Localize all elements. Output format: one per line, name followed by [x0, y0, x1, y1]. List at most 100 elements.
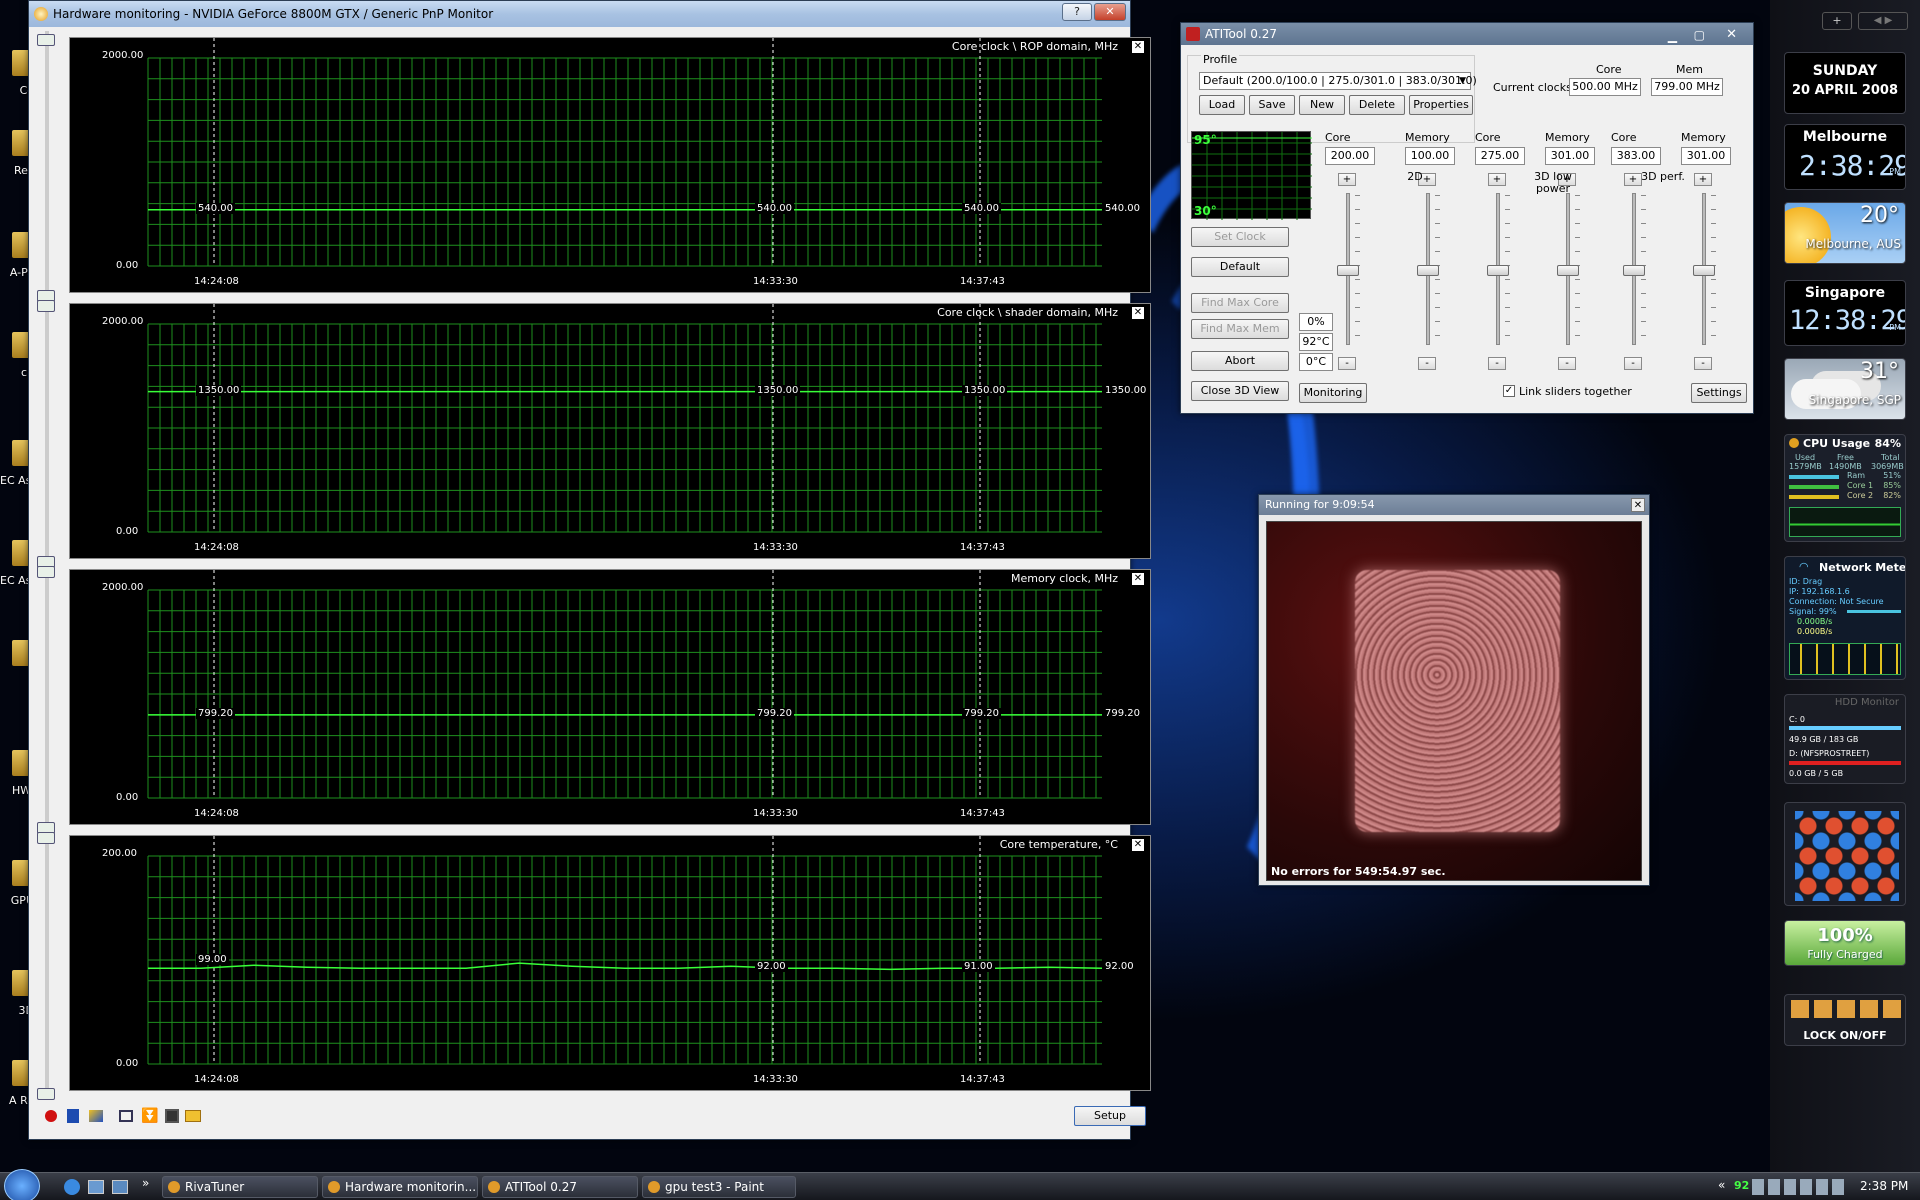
help-button[interactable]: ? — [1062, 3, 1092, 21]
cpu-pct: 84% — [1874, 437, 1901, 450]
atitool-titlebar[interactable]: ATITool 0.27 ▁ ▢ ✕ — [1181, 23, 1753, 45]
settings-button[interactable]: Settings — [1691, 383, 1747, 403]
graph-time-label: 14:37:43 — [960, 542, 1005, 553]
taskbar-item[interactable]: gpu test3 - Paint — [642, 1176, 796, 1198]
taskbar-item-label: RivaTuner — [185, 1180, 245, 1194]
decrease-button[interactable]: - — [1624, 357, 1642, 370]
decrease-button[interactable]: - — [1558, 357, 1576, 370]
graph-close-icon[interactable]: ✕ — [1132, 573, 1144, 585]
clock-slider-thumb[interactable] — [1417, 265, 1439, 276]
graph-time-label: 14:24:08 — [194, 1074, 239, 1085]
graph-resize-handle[interactable] — [37, 1088, 55, 1100]
decrease-button[interactable]: - — [1418, 357, 1436, 370]
graph-resize-handle[interactable] — [37, 34, 55, 46]
tray-chevron-icon[interactable]: « — [1718, 1178, 1725, 1192]
graph-panel[interactable]: Memory clock, MHz ✕ 2000.00 0.00 799.20 14:24… — [69, 569, 1151, 825]
graph-marker-value: 92.00 — [755, 961, 788, 973]
clock-column-label: Core — [1475, 131, 1501, 144]
monitoring-button[interactable]: Monitoring — [1299, 383, 1367, 403]
marker-icon[interactable] — [89, 1110, 103, 1122]
link-sliders-checkbox[interactable]: ✓ — [1503, 385, 1515, 397]
clock-slider-thumb[interactable] — [1337, 265, 1359, 276]
graph-marker-value: 540.00 — [962, 202, 1001, 214]
taskbar-item[interactable]: RivaTuner — [162, 1176, 318, 1198]
clock-slider-thumb[interactable] — [1623, 265, 1645, 276]
ie-icon[interactable] — [64, 1179, 80, 1195]
close-button[interactable]: ✕ — [1094, 3, 1126, 21]
default-button[interactable]: Default — [1191, 257, 1289, 277]
abort-button[interactable]: Abort — [1191, 351, 1289, 371]
clock-gadget-singapore: Singapore 12:38:29 PM — [1784, 280, 1906, 346]
taskbar-item[interactable]: ATITool 0.27 — [482, 1176, 638, 1198]
slider-tick — [1505, 335, 1510, 336]
lock-icon-row[interactable] — [1791, 1000, 1901, 1018]
graph-y-max: 2000.00 — [102, 316, 144, 327]
record-icon[interactable] — [45, 1110, 57, 1122]
close-icon[interactable]: ✕ — [1726, 24, 1737, 46]
render-titlebar[interactable]: Running for 9:09:54 ✕ — [1259, 495, 1649, 515]
graph-resize-handle[interactable] — [37, 300, 55, 312]
clock-column-value[interactable]: 301.00 — [1681, 147, 1731, 165]
close-icon[interactable]: ✕ — [1631, 498, 1645, 512]
graph-close-icon[interactable]: ✕ — [1132, 41, 1144, 53]
graph-resize-handle[interactable] — [37, 566, 55, 578]
chevron-down-icon[interactable]: ⏬ — [141, 1108, 158, 1124]
find-max-core-button[interactable]: Find Max Core — [1191, 293, 1289, 313]
window-icon[interactable] — [119, 1110, 133, 1122]
graph-panel[interactable]: Core temperature, °C ✕ 200.00 0.00 92.00 14:2… — [69, 835, 1151, 1091]
load-button[interactable]: Load — [1199, 95, 1245, 115]
increase-button[interactable]: + — [1694, 173, 1712, 186]
launcher-icon-grid[interactable] — [1795, 811, 1899, 901]
setup-button[interactable]: Setup — [1074, 1106, 1146, 1126]
hwmon-titlebar[interactable]: Hardware monitoring - NVIDIA GeForce 880… — [29, 1, 1130, 27]
properties-button[interactable]: Properties — [1409, 95, 1473, 115]
save-button[interactable]: Save — [1249, 95, 1295, 115]
tray-icons[interactable] — [1752, 1179, 1848, 1195]
graph-time-label: 14:37:43 — [960, 808, 1005, 819]
decrease-button[interactable]: - — [1694, 357, 1712, 370]
increase-button[interactable]: + — [1624, 173, 1642, 186]
graph-close-icon[interactable]: ✕ — [1132, 307, 1144, 319]
lock-label[interactable]: LOCK ON/OFF — [1785, 1029, 1905, 1042]
clock-column-value[interactable]: 301.00 — [1545, 147, 1595, 165]
profile-select[interactable]: Default (200.0/100.0 | 275.0/301.0 | 383… — [1199, 72, 1477, 90]
sidebar-add-button[interactable]: + — [1822, 12, 1852, 30]
show-desktop-icon[interactable] — [88, 1180, 104, 1194]
pause-icon[interactable] — [67, 1109, 79, 1123]
clock-slider-thumb[interactable] — [1557, 265, 1579, 276]
taskbar-item[interactable]: Hardware monitorin... — [322, 1176, 478, 1198]
decrease-button[interactable]: - — [1338, 357, 1356, 370]
close-3d-view-button[interactable]: Close 3D View — [1191, 381, 1289, 401]
taskbar-clock[interactable]: 2:38 PM — [1860, 1179, 1908, 1193]
find-max-mem-button[interactable]: Find Max Mem — [1191, 319, 1289, 339]
graph-close-icon[interactable]: ✕ — [1132, 839, 1144, 851]
graph-panel[interactable]: Core clock \ ROP domain, MHz ✕ 2000.00 0.00… — [69, 37, 1151, 293]
slider-tick — [1711, 321, 1716, 322]
sidebar-nav-arrows[interactable]: ◀ ▶ — [1858, 12, 1908, 30]
set-clock-button[interactable]: Set Clock — [1191, 227, 1289, 247]
quicklaunch-more-icon[interactable]: » — [142, 1176, 149, 1190]
clock-slider-thumb[interactable] — [1487, 265, 1509, 276]
decrease-button[interactable]: - — [1488, 357, 1506, 370]
folder-icon[interactable] — [185, 1110, 201, 1122]
start-button[interactable] — [4, 1169, 40, 1200]
maximize-icon[interactable]: ▢ — [1694, 24, 1705, 46]
slider-tick — [1711, 209, 1716, 210]
minimize-icon[interactable]: ▁ — [1668, 25, 1677, 47]
slider-tick — [1505, 237, 1510, 238]
increase-button[interactable]: + — [1338, 173, 1356, 186]
increase-button[interactable]: + — [1488, 173, 1506, 186]
clock-column-value[interactable]: 200.00 — [1325, 147, 1375, 165]
graph-resize-handle[interactable] — [37, 832, 55, 844]
switch-windows-icon[interactable] — [112, 1180, 128, 1194]
clock-column-value[interactable]: 383.00 — [1611, 147, 1661, 165]
clock-column-value[interactable]: 275.00 — [1475, 147, 1525, 165]
clock-column-value[interactable]: 100.00 — [1405, 147, 1455, 165]
clock-slider-thumb[interactable] — [1693, 265, 1715, 276]
save-icon[interactable] — [165, 1109, 179, 1123]
new-button[interactable]: New — [1299, 95, 1345, 115]
delete-button[interactable]: Delete — [1349, 95, 1405, 115]
graph-panel[interactable]: Core clock \ shader domain, MHz ✕ 2000.00 0… — [69, 303, 1151, 559]
slider-tick — [1355, 237, 1360, 238]
slider-tick — [1575, 279, 1580, 280]
